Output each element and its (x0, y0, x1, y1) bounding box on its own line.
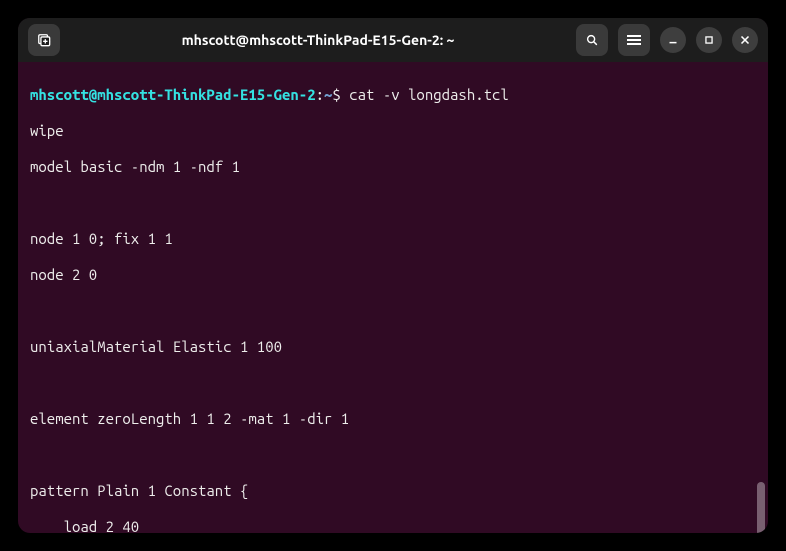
output-line: pattern Plain 1 Constant { (30, 482, 756, 500)
minimize-icon (666, 33, 680, 47)
output-line: model basic -ndm 1 -ndf 1 (30, 158, 756, 176)
output-line: wipe (30, 122, 756, 140)
new-tab-button[interactable] (28, 24, 60, 56)
output-line (30, 194, 756, 212)
prompt-dollar: $ (332, 86, 349, 103)
maximize-button[interactable] (696, 27, 722, 53)
close-icon (738, 33, 752, 47)
output-line (30, 374, 756, 392)
search-button[interactable] (576, 24, 608, 56)
new-tab-icon (37, 33, 51, 47)
terminal-body[interactable]: mhscott@mhscott-ThinkPad-E15-Gen-2:~$ ca… (18, 62, 768, 533)
minimize-button[interactable] (660, 27, 686, 53)
output-line: load 2 40 (30, 518, 756, 533)
output-line (30, 302, 756, 320)
terminal-window: mhscott@mhscott-ThinkPad-E15-Gen-2: ~ (18, 18, 768, 533)
output-line: element zeroLength 1 1 2 -mat 1 -dir 1 (30, 410, 756, 428)
prompt-user-host: mhscott@mhscott-ThinkPad-E15-Gen-2 (30, 86, 316, 103)
close-button[interactable] (732, 27, 758, 53)
window-title: mhscott@mhscott-ThinkPad-E15-Gen-2: ~ (68, 32, 568, 48)
prompt-sep: : (316, 86, 324, 103)
output-line: node 1 0; fix 1 1 (30, 230, 756, 248)
search-icon (585, 33, 599, 47)
output-line: uniaxialMaterial Elastic 1 100 (30, 338, 756, 356)
output-line: node 2 0 (30, 266, 756, 284)
maximize-icon (702, 33, 716, 47)
menu-button[interactable] (618, 24, 650, 56)
output-line (30, 446, 756, 464)
prompt-line-1: mhscott@mhscott-ThinkPad-E15-Gen-2:~$ ca… (30, 86, 756, 104)
hamburger-icon (627, 33, 641, 47)
scrollbar-thumb[interactable] (757, 482, 765, 533)
titlebar: mhscott@mhscott-ThinkPad-E15-Gen-2: ~ (18, 18, 768, 62)
command-text: cat -v longdash.tcl (349, 86, 509, 103)
